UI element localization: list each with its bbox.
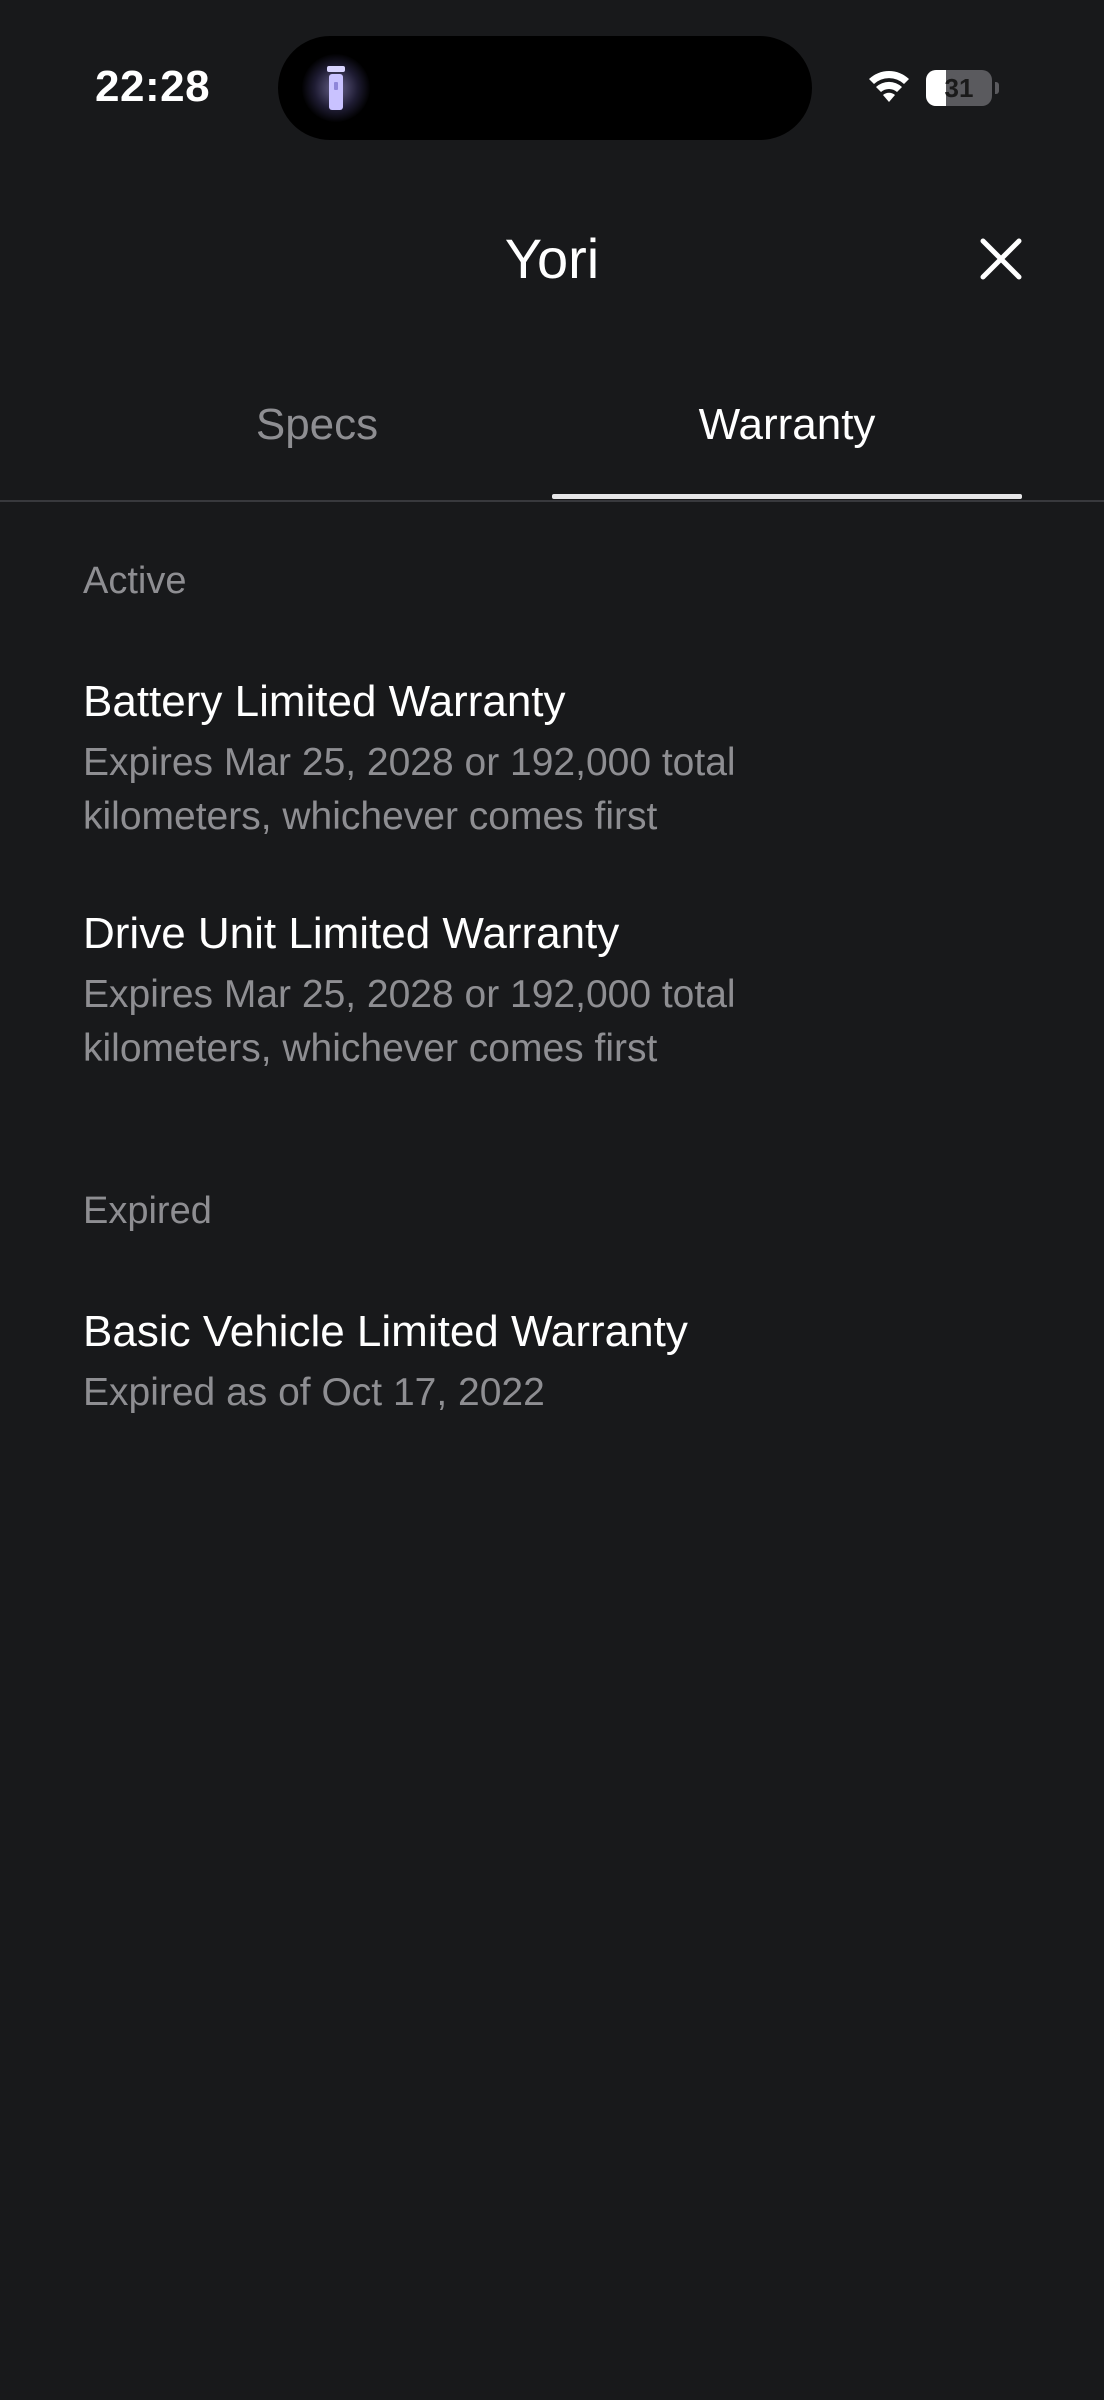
warranty-description: Expires Mar 25, 2028 or 192,000 total ki…	[83, 741, 736, 838]
battery-cap	[995, 82, 999, 94]
tabs-divider	[0, 500, 1104, 502]
warranty-description: Expires Mar 25, 2028 or 192,000 total ki…	[83, 973, 736, 1070]
tab-warranty[interactable]: Warranty	[552, 370, 1022, 500]
warranty-item-battery[interactable]: Battery Limited Warranty Expires Mar 25,…	[83, 674, 983, 844]
tab-specs[interactable]: Specs	[82, 370, 552, 500]
warranty-item-basic-vehicle[interactable]: Basic Vehicle Limited Warranty Expired a…	[83, 1304, 983, 1420]
active-tab-indicator	[552, 494, 1022, 499]
wifi-icon	[869, 71, 909, 102]
close-icon[interactable]	[968, 226, 1034, 292]
page-title: Yori	[504, 227, 600, 290]
warranty-title: Basic Vehicle Limited Warranty	[83, 1307, 688, 1356]
status-time: 22:28	[95, 62, 211, 111]
flashlight-icon[interactable]	[318, 64, 354, 114]
warranty-item-drive-unit[interactable]: Drive Unit Limited Warranty Expires Mar …	[83, 906, 983, 1076]
status-bar: 22:28 31	[0, 0, 1104, 180]
section-label-expired: Expired	[83, 1190, 212, 1232]
warranty-title: Drive Unit Limited Warranty	[83, 909, 620, 958]
tab-bar: Specs Warranty	[0, 370, 1104, 502]
battery-icon: 31	[926, 70, 1000, 106]
battery-body: 31	[926, 70, 992, 106]
warranty-title: Battery Limited Warranty	[83, 677, 566, 726]
battery-level: 31	[944, 73, 974, 103]
section-label-active: Active	[83, 560, 187, 602]
warranty-description: Expired as of Oct 17, 2022	[83, 1371, 545, 1414]
